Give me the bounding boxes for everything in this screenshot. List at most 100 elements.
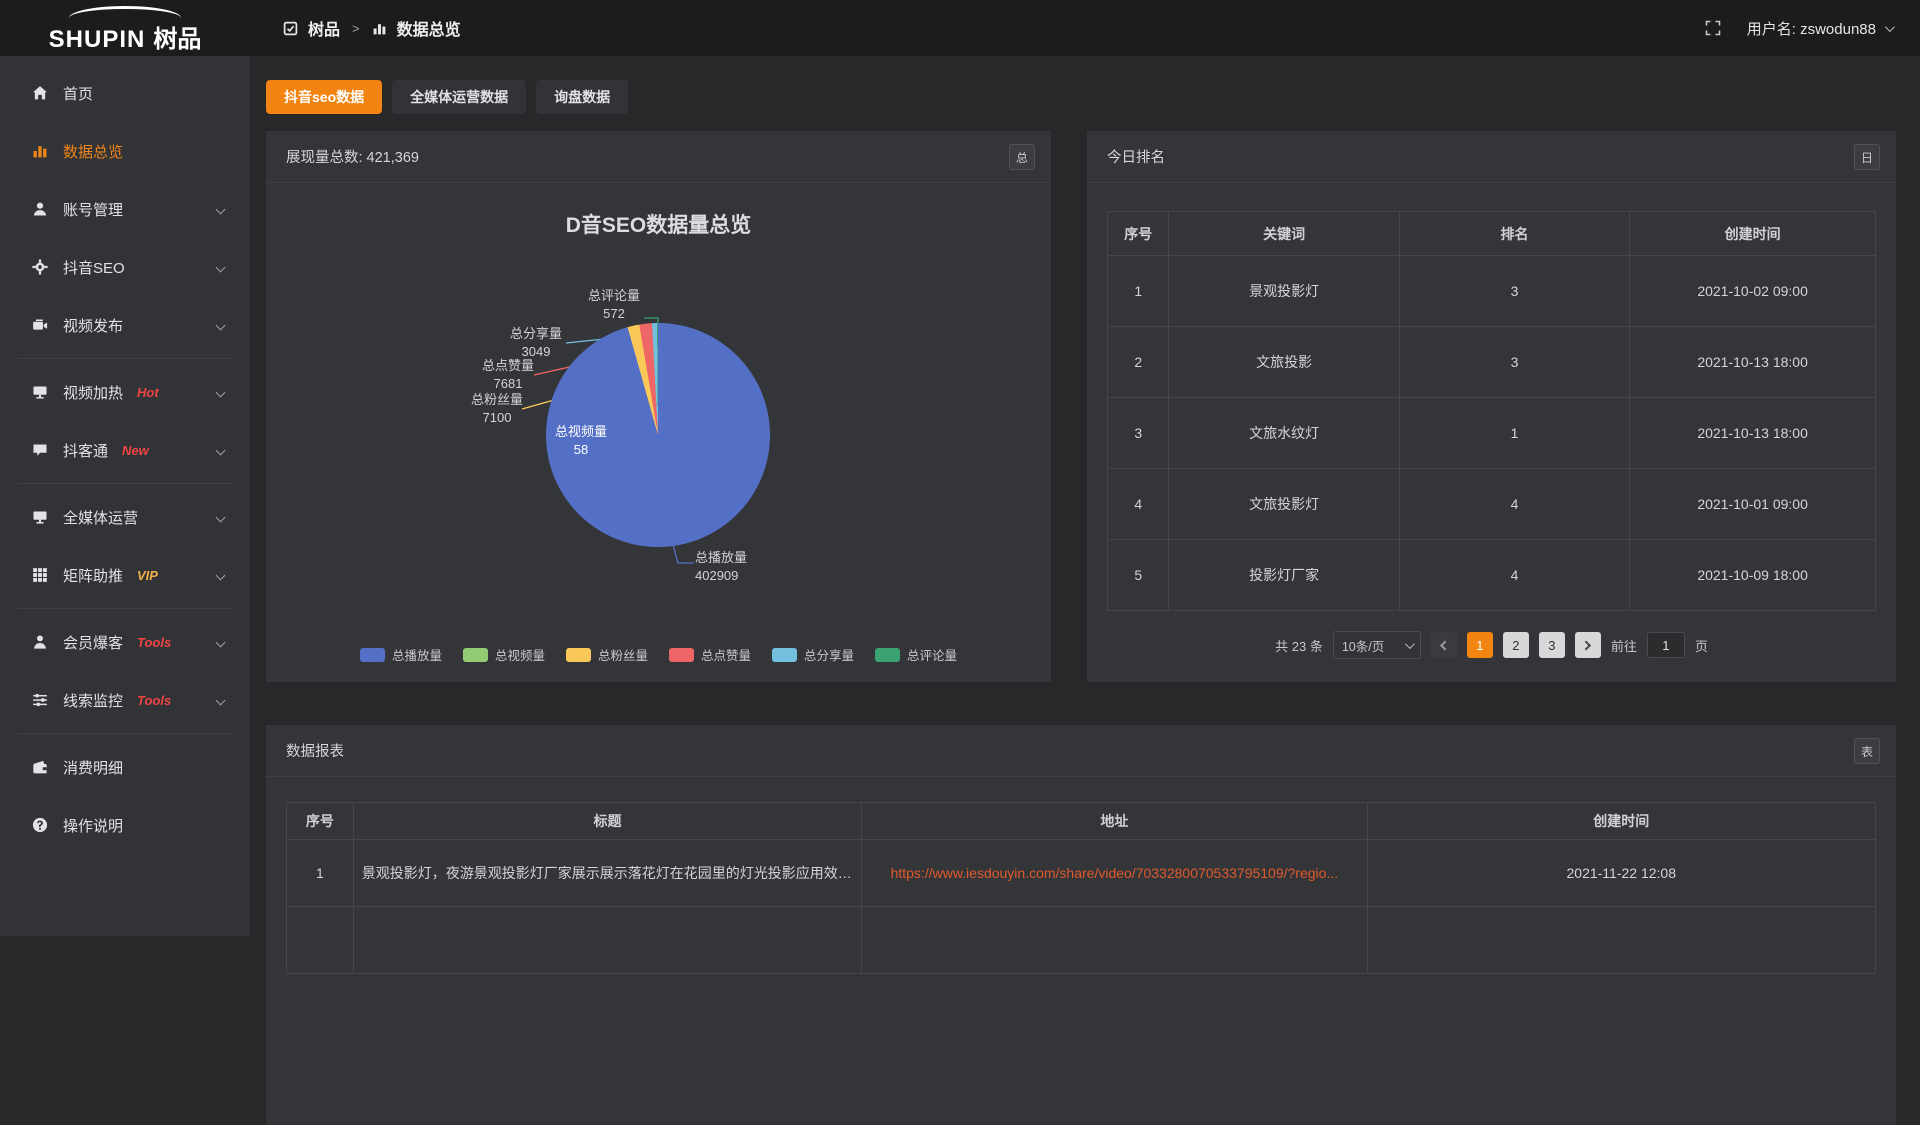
sidebar-badge: Hot	[137, 385, 159, 400]
table-cell: 投影灯厂家	[1169, 540, 1399, 611]
chevron-down-icon	[216, 262, 226, 272]
sidebar-item-account-manage[interactable]: 账号管理	[0, 180, 250, 238]
table-cell: 3	[1108, 398, 1169, 469]
report-title: 数据报表	[286, 740, 344, 761]
tab-media-operation-data[interactable]: 全媒体运营数据	[392, 80, 526, 114]
table-row: 5投影灯厂家42021-10-09 18:00	[1108, 540, 1876, 611]
report-table: 序号标题地址创建时间 1景观投影灯，夜游景观投影灯厂家展示展示落花灯在花园里的灯…	[286, 802, 1876, 974]
report-url-cell	[862, 907, 1367, 974]
home-icon	[32, 85, 48, 101]
username-label: 用户名: zswodun88	[1747, 18, 1876, 39]
table-row: 1景观投影灯32021-10-02 09:00	[1108, 256, 1876, 327]
legend-item-4[interactable]: 总分享量	[772, 645, 854, 664]
ranking-corner-button[interactable]: 日	[1854, 144, 1880, 170]
legend-item-0[interactable]: 总播放量	[360, 645, 442, 664]
table-row	[287, 907, 1876, 974]
sidebar-item-label: 线索监控	[63, 690, 123, 711]
overview-corner-button[interactable]: 总	[1009, 144, 1035, 170]
report-corner-button[interactable]: 表	[1854, 738, 1880, 764]
breadcrumb: 树品 > 数据总览	[283, 16, 461, 40]
page-size-select[interactable]: 10条/页	[1333, 631, 1421, 659]
legend-swatch	[463, 648, 488, 662]
ranking-title: 今日排名	[1107, 146, 1165, 167]
tab-inquiry-data[interactable]: 询盘数据	[536, 80, 628, 114]
legend-item-5[interactable]: 总评论量	[875, 645, 957, 664]
table-cell: 4	[1399, 469, 1629, 540]
legend-label: 总点赞量	[701, 645, 751, 664]
table-cell: 2	[1108, 327, 1169, 398]
sidebar-item-video-heat[interactable]: 视频加热 Hot	[0, 363, 250, 421]
table-cell: 3	[1399, 327, 1629, 398]
table-cell: 文旅投影灯	[1169, 469, 1399, 540]
column-header: 序号	[287, 803, 354, 840]
next-page-button[interactable]	[1575, 632, 1601, 658]
sidebar-item-label: 矩阵助推	[63, 565, 123, 586]
chevron-down-icon	[216, 204, 226, 214]
sidebar-item-data-overview[interactable]: 数据总览	[0, 122, 250, 180]
data-tabs: 抖音seo数据全媒体运营数据询盘数据	[266, 80, 1896, 114]
chevron-down-icon	[1885, 22, 1895, 32]
legend-swatch	[875, 648, 900, 662]
pie-label-plays: 总播放量402909	[695, 549, 747, 585]
sidebar-item-media-operation[interactable]: 全媒体运营	[0, 488, 250, 546]
chevron-down-icon	[216, 570, 226, 580]
sidebar-divider	[18, 358, 232, 359]
main-content: 抖音seo数据全媒体运营数据询盘数据 展现量总数: 421,369 总 D音SE…	[250, 56, 1920, 1125]
question-icon	[32, 817, 48, 833]
user-icon	[32, 201, 48, 217]
sidebar-badge: New	[122, 443, 149, 458]
user-menu[interactable]: 用户名: zswodun88	[1747, 18, 1892, 39]
overview-panel: 展现量总数: 421,369 总 D音SEO数据量总览 总评论量572 总分享量…	[266, 131, 1051, 682]
legend-label: 总评论量	[907, 645, 957, 664]
breadcrumb-root[interactable]: 树品	[308, 16, 340, 40]
sidebar-item-label: 抖客通	[63, 440, 108, 461]
goto-suffix: 页	[1695, 636, 1708, 655]
sidebar-item-member-baoke[interactable]: 会员爆客Tools	[0, 613, 250, 671]
report-url-cell: https://www.iesdouyin.com/share/video/70…	[862, 840, 1367, 907]
gear-icon	[32, 259, 48, 275]
legend-label: 总分享量	[804, 645, 854, 664]
sidebar-item-consume-detail[interactable]: 消费明细	[0, 738, 250, 796]
sidebar-item-home[interactable]: 首页	[0, 64, 250, 122]
sidebar-item-video-publish[interactable]: 视频发布	[0, 296, 250, 354]
sidebar-item-operation-guide[interactable]: 操作说明	[0, 796, 250, 854]
table-row: 1景观投影灯，夜游景观投影灯厂家展示展示落花灯在花园里的灯光投影应用效果 #ht…	[287, 840, 1876, 907]
table-cell: 文旅水纹灯	[1169, 398, 1399, 469]
goto-label: 前往	[1611, 636, 1637, 655]
goto-page-input[interactable]	[1647, 632, 1685, 658]
page-button-2[interactable]: 2	[1503, 632, 1529, 658]
breadcrumb-current: 数据总览	[397, 16, 461, 40]
table-cell: 景观投影灯	[1169, 256, 1399, 327]
legend-item-3[interactable]: 总点赞量	[669, 645, 751, 664]
sidebar-item-douketong[interactable]: 抖客通 New	[0, 421, 250, 479]
page-button-1[interactable]: 1	[1467, 632, 1493, 658]
page-button-3[interactable]: 3	[1539, 632, 1565, 658]
sidebar-divider	[18, 608, 232, 609]
impressions-total: 展现量总数: 421,369	[286, 146, 419, 167]
video-publish-icon	[32, 317, 48, 333]
table-cell: 1	[287, 840, 354, 907]
sidebar-item-matrix-boost[interactable]: 矩阵助推 VIP	[0, 546, 250, 604]
pie-label-videos: 总视频量58	[521, 423, 641, 459]
table-cell: 4	[1399, 540, 1629, 611]
sidebar-item-label: 视频加热	[63, 382, 123, 403]
legend-item-1[interactable]: 总视频量	[463, 645, 545, 664]
report-link[interactable]: https://www.iesdouyin.com/share/video/70…	[891, 865, 1339, 881]
prev-page-button[interactable]	[1431, 632, 1457, 658]
legend-item-2[interactable]: 总粉丝量	[566, 645, 648, 664]
pie-label-shares: 总分享量3049	[476, 325, 596, 361]
sidebar-item-clue-monitor[interactable]: 线索监控Tools	[0, 671, 250, 729]
table-cell: 4	[1108, 469, 1169, 540]
tab-douyin-seo-data[interactable]: 抖音seo数据	[266, 80, 382, 114]
sidebar-item-douyin-seo[interactable]: 抖音SEO	[0, 238, 250, 296]
fullscreen-icon[interactable]	[1705, 20, 1721, 36]
column-header: 创建时间	[1367, 803, 1876, 840]
column-header: 标题	[353, 803, 861, 840]
sidebar-badge: VIP	[137, 568, 158, 583]
column-header: 排名	[1399, 212, 1629, 256]
sidebar-item-label: 首页	[63, 83, 93, 104]
chevron-down-icon	[216, 637, 226, 647]
chevron-down-icon	[216, 695, 226, 705]
column-header: 关键词	[1169, 212, 1399, 256]
legend-label: 总视频量	[495, 645, 545, 664]
